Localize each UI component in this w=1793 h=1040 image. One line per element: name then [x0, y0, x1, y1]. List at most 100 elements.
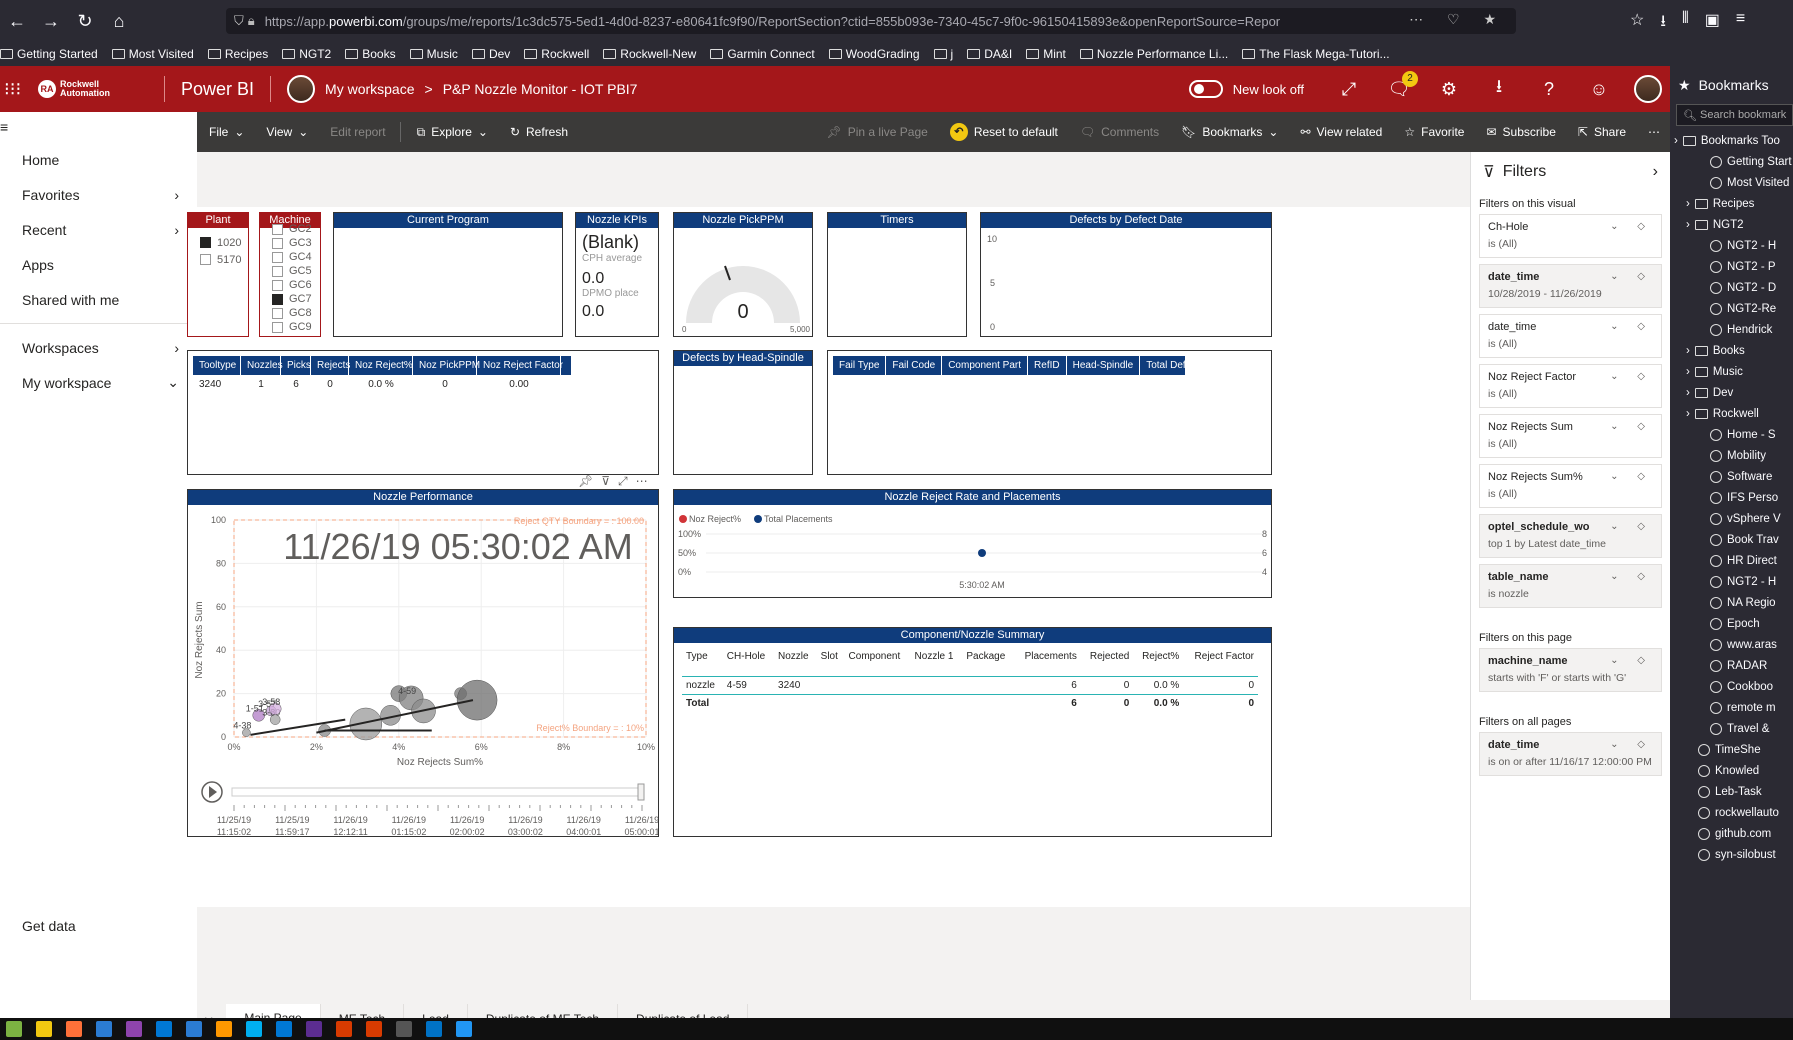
shield-icon[interactable]: ⛉ — [234, 13, 244, 29]
taskbar-app-icon[interactable] — [66, 1021, 82, 1037]
column-header[interactable]: Nozzle 1 — [911, 647, 963, 677]
column-header[interactable]: Component — [845, 647, 911, 677]
nozzle-kpis-card[interactable]: Nozzle KPIs (Blank) CPH average 0.0 DPMO… — [575, 212, 659, 337]
app-launcher-icon[interactable]: ⁝⁝⁝ — [0, 79, 30, 100]
checkbox[interactable] — [272, 279, 283, 291]
bookmark-entry[interactable]: Leb-Task — [1670, 781, 1793, 802]
breadcrumb-workspace[interactable]: My workspace — [325, 81, 414, 97]
taskbar-app-icon[interactable] — [426, 1021, 442, 1037]
placements-point[interactable] — [978, 549, 986, 557]
taskbar-app-icon[interactable] — [456, 1021, 472, 1037]
component-summary-table[interactable]: Component/Nozzle Summary Type CH-Hole Nozz… — [673, 627, 1272, 837]
taskbar-app-icon[interactable] — [366, 1021, 382, 1037]
library-icon[interactable]: ⫴ — [1682, 10, 1689, 37]
bookmark-item[interactable]: Rockwell — [524, 47, 589, 61]
current-program-card[interactable]: Current Program — [333, 212, 563, 337]
column-header[interactable]: Picks — [281, 356, 311, 375]
pin-live-page-button[interactable]: 📌︎ Pin a live Page — [827, 125, 928, 139]
bookmark-entry[interactable]: › Recipes — [1670, 193, 1793, 214]
column-header[interactable]: Rejects — [311, 356, 350, 375]
bookmark-entry[interactable]: › NGT2 — [1670, 214, 1793, 235]
machine-option[interactable]: GC4 — [260, 250, 320, 264]
bookmark-entry[interactable]: TimeShe — [1670, 739, 1793, 760]
filter-card[interactable]: Noz Rejects Sum is (All) ⌄ ◇ — [1479, 414, 1662, 458]
view-menu[interactable]: View ⌄ — [266, 125, 308, 139]
bookmark-entry[interactable]: Epoch — [1670, 613, 1793, 634]
share-button[interactable]: ⇱ Share — [1578, 125, 1626, 139]
column-header[interactable]: Placements — [1014, 647, 1081, 677]
refresh-button[interactable]: ↻ Refresh — [510, 125, 568, 139]
user-avatar[interactable] — [1634, 75, 1662, 103]
column-header[interactable]: Rejected — [1081, 647, 1133, 677]
bookmark-entry[interactable]: vSphere V — [1670, 508, 1793, 529]
bookmark-entry[interactable]: Hendrick — [1670, 319, 1793, 340]
nozzle-performance-chart[interactable]: Nozzle Performance 0 20 40 60 80 100 0% 2% 4% 6% 8… — [187, 489, 660, 837]
filter-card[interactable]: optel_schedule_wo top 1 by Latest date_ti… — [1479, 514, 1662, 558]
column-header[interactable]: Nozzle — [774, 647, 817, 677]
bookmark-entry[interactable]: NGT2-Re — [1670, 298, 1793, 319]
bookmark-entry[interactable]: › Music — [1670, 361, 1793, 382]
filter-card[interactable]: Noz Reject Factor is (All) ⌄ ◇ — [1479, 364, 1662, 408]
machine-option[interactable]: GC7 — [260, 292, 320, 306]
machine-option[interactable]: GC6 — [260, 278, 320, 292]
bookmark-entry[interactable]: › Dev — [1670, 382, 1793, 403]
app-title[interactable]: Power BI — [181, 79, 254, 100]
filter-card-icons[interactable]: ⌄ ◇ — [1610, 471, 1653, 482]
star-icon[interactable]: ☆ — [1630, 10, 1644, 37]
column-header[interactable]: Fail Code — [886, 356, 943, 375]
timers-card[interactable]: Timers — [827, 212, 967, 337]
defects-by-date-chart[interactable]: Defects by Defect Date 10 5 0 — [980, 212, 1272, 337]
filter-card[interactable]: Ch-Hole is (All) ⌄ ◇ — [1479, 214, 1662, 258]
machine-option[interactable]: GC5 — [260, 264, 320, 278]
visual-header-icons[interactable]: 📌︎⊽⤢⋯ — [578, 474, 656, 489]
bookmark-entry[interactable]: RADAR — [1670, 655, 1793, 676]
new-look-toggle[interactable] — [1188, 80, 1223, 98]
taskbar-app-icon[interactable] — [156, 1021, 172, 1037]
bookmark-entry[interactable]: Book Trav — [1670, 529, 1793, 550]
bookmark-item[interactable]: DA&I — [967, 47, 1012, 61]
bookmark-item[interactable]: Nozzle Performance Li... — [1079, 47, 1228, 61]
favorite-button[interactable]: ☆ Favorite — [1404, 125, 1464, 139]
filter-card-icons[interactable]: ⌄ ◇ — [1610, 521, 1653, 532]
bookmark-entry[interactable]: Knowled — [1670, 760, 1793, 781]
nav-collapse-icon[interactable]: ≡ — [0, 112, 197, 142]
bookmark-entry[interactable]: NGT2 - H — [1670, 571, 1793, 592]
plant-slicer[interactable]: Plant 1020 5170 — [187, 212, 249, 337]
play-axis-slider[interactable] — [231, 787, 643, 797]
forward-icon[interactable]: → — [34, 11, 68, 32]
view-related-button[interactable]: ⚯ View related — [1300, 125, 1382, 139]
url-bar[interactable]: ⛉ 🔒︎ https://app.powerbi.com/groups/me/r… — [226, 8, 1516, 34]
bookmark-item[interactable]: Mint — [1026, 47, 1066, 61]
sidebar-icon[interactable]: ▣ — [1705, 10, 1720, 37]
taskbar-app-icon[interactable] — [126, 1021, 142, 1037]
pickppm-gauge[interactable]: Nozzle PickPPM 0 0 5,000 — [673, 212, 813, 337]
filter-card-icons[interactable]: ⌄ ◇ — [1610, 655, 1653, 666]
notification-icon[interactable]: 🗨︎ 2 — [1374, 70, 1424, 100]
fullscreen-icon[interactable]: ⤢ — [1324, 79, 1374, 100]
explore-menu[interactable]: ⧉ Explore ⌄ — [417, 125, 488, 140]
url-actions[interactable]: ⋯ ♡ ★ — [1409, 11, 1506, 28]
taskbar-app-icon[interactable] — [96, 1021, 112, 1037]
back-icon[interactable]: ← — [0, 11, 34, 32]
filter-card[interactable]: machine_name starts with 'F' or starts wi… — [1479, 648, 1662, 692]
machine-option[interactable]: GC8 — [260, 306, 320, 320]
avatar[interactable] — [287, 75, 316, 103]
plant-option[interactable]: 1020 — [188, 234, 248, 251]
lock-icon[interactable]: 🔒︎ — [248, 13, 255, 29]
filter-card[interactable]: Noz Rejects Sum% is (All) ⌄ ◇ — [1479, 464, 1662, 508]
filter-card-icons[interactable]: ⌄ ◇ — [1610, 321, 1653, 332]
taskbar-app-icon[interactable] — [186, 1021, 202, 1037]
more-options-icon[interactable]: ⋯ — [636, 474, 656, 488]
bookmark-search-input[interactable]: 🔍︎ Search bookmark — [1676, 104, 1793, 126]
bookmarks-sidebar-header[interactable]: ★ Bookmarks — [1670, 66, 1793, 104]
bookmark-entry[interactable]: Cookboo — [1670, 676, 1793, 697]
bookmark-entry[interactable]: NGT2 - D — [1670, 277, 1793, 298]
checkbox[interactable] — [200, 237, 211, 248]
bookmark-entry[interactable]: › Rockwell — [1670, 403, 1793, 424]
download-icon[interactable]: ⭳ — [1474, 74, 1524, 104]
column-header[interactable]: Tooltype — [193, 356, 241, 375]
nav-apps[interactable]: Apps — [0, 247, 197, 282]
filter-card[interactable]: date_time 10/28/2019 - 11/26/2019 ⌄ ◇ — [1479, 264, 1662, 308]
scatter-point[interactable] — [456, 679, 498, 721]
column-header[interactable]: CH-Hole — [723, 647, 774, 677]
